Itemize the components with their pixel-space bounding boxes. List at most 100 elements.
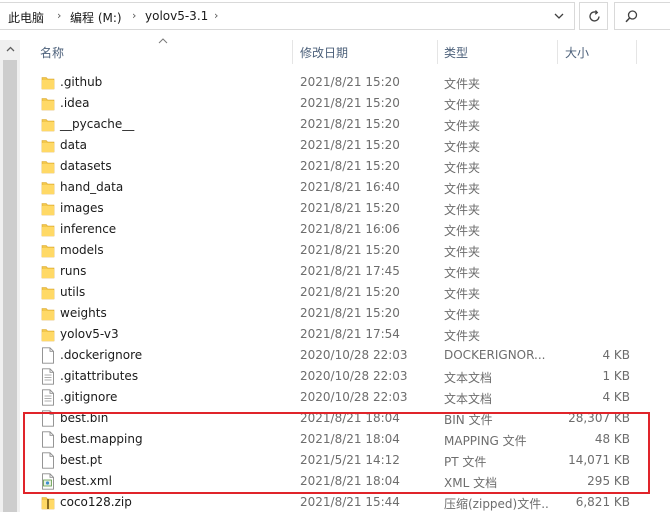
file-row[interactable]: .github 2021/8/21 15:20 文件夹 (20, 72, 670, 93)
text-document-icon (41, 368, 55, 385)
sort-ascending-icon (158, 38, 168, 44)
file-name: .gitignore (60, 390, 118, 404)
file-row[interactable]: .dockerignore 2020/10/28 22:03 DOCKERIGNOR… (20, 345, 670, 366)
column-type[interactable]: 类型 (444, 44, 468, 61)
file-modified-date: 2020/10/28 22:03 (300, 390, 408, 404)
file-name: best.xml (60, 474, 112, 488)
document-icon (41, 347, 55, 364)
file-size: 1 KB (602, 369, 630, 383)
file-modified-date: 2020/10/28 22:03 (300, 348, 408, 362)
refresh-button[interactable] (579, 2, 608, 30)
file-size: 295 KB (587, 474, 630, 488)
file-modified-date: 2021/8/21 15:20 (300, 117, 400, 131)
file-type: 文件夹 (444, 203, 481, 217)
file-name: .github (60, 75, 103, 89)
file-modified-date: 2021/8/21 18:04 (300, 411, 400, 425)
document-icon (41, 431, 55, 448)
file-name: best.bin (60, 411, 109, 425)
breadcrumb-drive[interactable]: 编程 (M:) (70, 9, 122, 26)
file-row[interactable]: datasets 2021/8/21 15:20 文件夹 (20, 156, 670, 177)
file-modified-date: 2021/8/21 18:04 (300, 432, 400, 446)
vertical-scrollbar[interactable] (0, 40, 20, 512)
file-modified-date: 2021/8/21 16:40 (300, 180, 400, 194)
file-type: 文件夹 (444, 182, 481, 196)
column-divider[interactable] (557, 40, 558, 64)
folder-icon (41, 284, 55, 301)
file-modified-date: 2021/8/21 15:20 (300, 75, 400, 89)
file-row[interactable]: runs 2021/8/21 17:45 文件夹 (20, 261, 670, 282)
text-document-icon (41, 389, 55, 406)
search-icon (625, 10, 638, 23)
file-row[interactable]: best.pt 2021/5/21 14:12 PT 文件 14,071 KB (20, 450, 670, 471)
file-row[interactable]: best.xml 2021/8/21 18:04 XML 文档 295 KB (20, 471, 670, 492)
search-box[interactable] (614, 2, 670, 30)
address-toolbar: 此电脑 › 编程 (M:) › yolov5-3.1 › (0, 0, 670, 33)
file-row[interactable]: weights 2021/8/21 15:20 文件夹 (20, 303, 670, 324)
file-row[interactable]: best.bin 2021/8/21 18:04 BIN 文件 28,307 KB (20, 408, 670, 429)
folder-icon (41, 200, 55, 217)
column-modified[interactable]: 修改日期 (300, 44, 348, 61)
file-name: images (60, 201, 104, 215)
breadcrumb-separator[interactable]: › (57, 9, 61, 22)
column-divider[interactable] (292, 40, 293, 64)
file-row[interactable]: inference 2021/8/21 16:06 文件夹 (20, 219, 670, 240)
file-modified-date: 2021/8/21 15:20 (300, 306, 400, 320)
file-name: coco128.zip (60, 495, 132, 509)
file-row[interactable]: data 2021/8/21 15:20 文件夹 (20, 135, 670, 156)
file-name: models (60, 243, 104, 257)
file-name: hand_data (60, 180, 124, 194)
document-icon (41, 410, 55, 427)
file-row[interactable]: coco128.zip 2021/8/21 15:44 压缩(zipped)文件..… (20, 492, 670, 513)
scrollbar-thumb[interactable] (3, 60, 17, 512)
file-row[interactable]: hand_data 2021/8/21 16:40 文件夹 (20, 177, 670, 198)
file-row[interactable]: .idea 2021/8/21 15:20 文件夹 (20, 93, 670, 114)
folder-icon (41, 116, 55, 133)
file-row[interactable]: utils 2021/8/21 15:20 文件夹 (20, 282, 670, 303)
folder-icon (41, 95, 55, 112)
file-row[interactable]: .gitignore 2020/10/28 22:03 文本文档 4 KB (20, 387, 670, 408)
file-name: .gitattributes (60, 369, 139, 383)
column-divider[interactable] (636, 40, 637, 64)
file-row[interactable]: images 2021/8/21 15:20 文件夹 (20, 198, 670, 219)
file-type: BIN 文件 (444, 413, 493, 427)
file-row[interactable]: best.mapping 2021/8/21 18:04 MAPPING 文件 48 … (20, 429, 670, 450)
file-modified-date: 2021/8/21 17:45 (300, 264, 400, 278)
file-type: 文件夹 (444, 140, 481, 154)
file-type: 文件夹 (444, 161, 481, 175)
file-name: .idea (60, 96, 90, 110)
file-size: 4 KB (602, 390, 630, 404)
file-type: 文件夹 (444, 287, 481, 301)
file-modified-date: 2020/10/28 22:03 (300, 369, 408, 383)
chevron-down-icon[interactable] (553, 10, 565, 22)
file-type: 文件夹 (444, 245, 481, 259)
breadcrumb-this-pc[interactable]: 此电脑 (8, 9, 44, 26)
file-type: MAPPING 文件 (444, 434, 527, 448)
file-name: best.pt (60, 453, 103, 467)
file-name: weights (60, 306, 107, 320)
file-name: yolov5-v3 (60, 327, 119, 341)
file-row[interactable]: yolov5-v3 2021/8/21 17:54 文件夹 (20, 324, 670, 345)
address-bar[interactable]: 此电脑 › 编程 (M:) › yolov5-3.1 › (0, 2, 575, 30)
column-divider[interactable] (437, 40, 438, 64)
file-modified-date: 2021/8/21 15:20 (300, 159, 400, 173)
column-size[interactable]: 大小 (565, 44, 589, 61)
folder-icon (41, 158, 55, 175)
breadcrumb-separator[interactable]: › (214, 9, 218, 22)
column-name[interactable]: 名称 (40, 44, 64, 61)
refresh-icon (589, 10, 600, 22)
file-row[interactable]: __pycache__ 2021/8/21 15:20 文件夹 (20, 114, 670, 135)
file-row[interactable]: models 2021/8/21 15:20 文件夹 (20, 240, 670, 261)
file-modified-date: 2021/8/21 15:20 (300, 96, 400, 110)
file-type: 文件夹 (444, 308, 481, 322)
file-name: best.mapping (60, 432, 143, 446)
file-name: inference (60, 222, 117, 236)
breadcrumb-folder[interactable]: yolov5-3.1 (145, 9, 208, 23)
folder-icon (41, 263, 55, 280)
folder-icon (41, 305, 55, 322)
file-type: 文件夹 (444, 98, 481, 112)
folder-icon (41, 179, 55, 196)
breadcrumb-separator[interactable]: › (132, 9, 136, 22)
file-row[interactable]: .gitattributes 2020/10/28 22:03 文本文档 1 KB (20, 366, 670, 387)
file-modified-date: 2021/8/21 16:06 (300, 222, 400, 236)
folder-icon (41, 242, 55, 259)
